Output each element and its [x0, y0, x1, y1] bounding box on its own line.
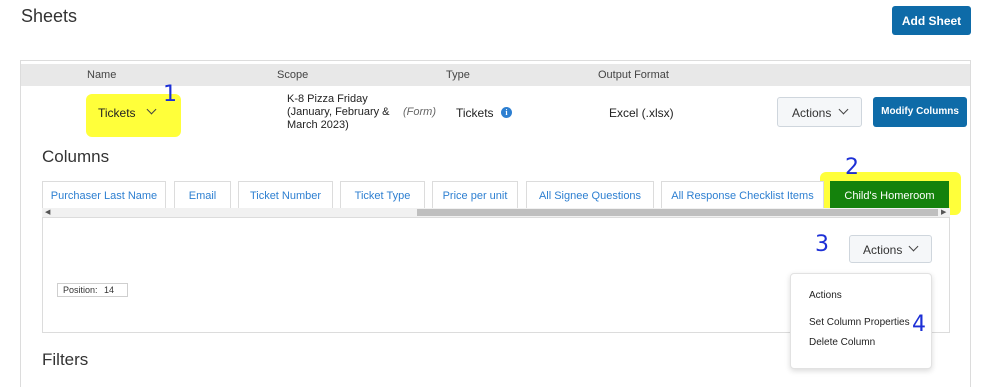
- sheet-name-dropdown[interactable]: Tickets: [98, 106, 136, 120]
- annotation-number: 1: [163, 82, 177, 107]
- scroll-left-icon[interactable]: ◀: [45, 208, 50, 217]
- sheet-output-format: Excel (.xlsx): [609, 106, 674, 120]
- scroll-right-icon[interactable]: ▶: [941, 208, 946, 217]
- sheet-actions-button[interactable]: Actions: [777, 97, 862, 127]
- position-label: Position:: [63, 285, 98, 295]
- annotation-number: 4: [912, 312, 926, 337]
- scope-form-tag: (Form): [403, 106, 436, 118]
- menu-header-actions: Actions: [809, 290, 842, 301]
- tab-childs-homeroom[interactable]: Child's Homeroom: [830, 181, 949, 209]
- annotation-number: 2: [845, 155, 859, 180]
- modify-columns-button[interactable]: Modify Columns: [873, 97, 967, 127]
- page-title: Sheets: [21, 6, 78, 26]
- header-type: Type: [446, 69, 470, 81]
- header-name: Name: [87, 69, 117, 81]
- filters-title: Filters: [42, 350, 89, 369]
- tab-purchaser-last-name[interactable]: Purchaser Last Name: [42, 181, 166, 209]
- position-field[interactable]: Position: 14: [57, 283, 128, 297]
- sheet-type: Tickets: [456, 106, 494, 120]
- add-sheet-button[interactable]: Add Sheet: [892, 6, 971, 35]
- tab-all-signee-questions[interactable]: All Signee Questions: [526, 181, 654, 209]
- tab-ticket-number[interactable]: Ticket Number: [238, 181, 333, 209]
- header-output-format: Output Format: [598, 69, 669, 81]
- column-actions-label: Actions: [863, 243, 903, 257]
- chevron-down-icon: [908, 241, 919, 252]
- tab-scrollbar-thumb[interactable]: [417, 209, 938, 216]
- tab-all-response-checklist-items[interactable]: All Response Checklist Items: [661, 181, 824, 209]
- chevron-down-icon: [838, 104, 849, 115]
- tab-email[interactable]: Email: [174, 181, 231, 209]
- sheet-scope: K-8 Pizza Friday (January, February & Ma…: [287, 93, 390, 131]
- sheet-actions-label: Actions: [792, 106, 832, 120]
- position-value: 14: [104, 285, 115, 295]
- annotation-number: 3: [815, 232, 829, 257]
- column-actions-button[interactable]: Actions: [849, 235, 932, 263]
- menu-item-delete-column[interactable]: Delete Column: [809, 337, 875, 348]
- tab-ticket-type[interactable]: Ticket Type: [340, 181, 425, 209]
- menu-item-set-column-properties[interactable]: Set Column Properties: [809, 317, 910, 328]
- header-scope: Scope: [277, 69, 309, 81]
- info-icon[interactable]: i: [501, 107, 512, 118]
- tab-price-per-unit[interactable]: Price per unit: [432, 181, 518, 209]
- columns-title: Columns: [42, 147, 110, 166]
